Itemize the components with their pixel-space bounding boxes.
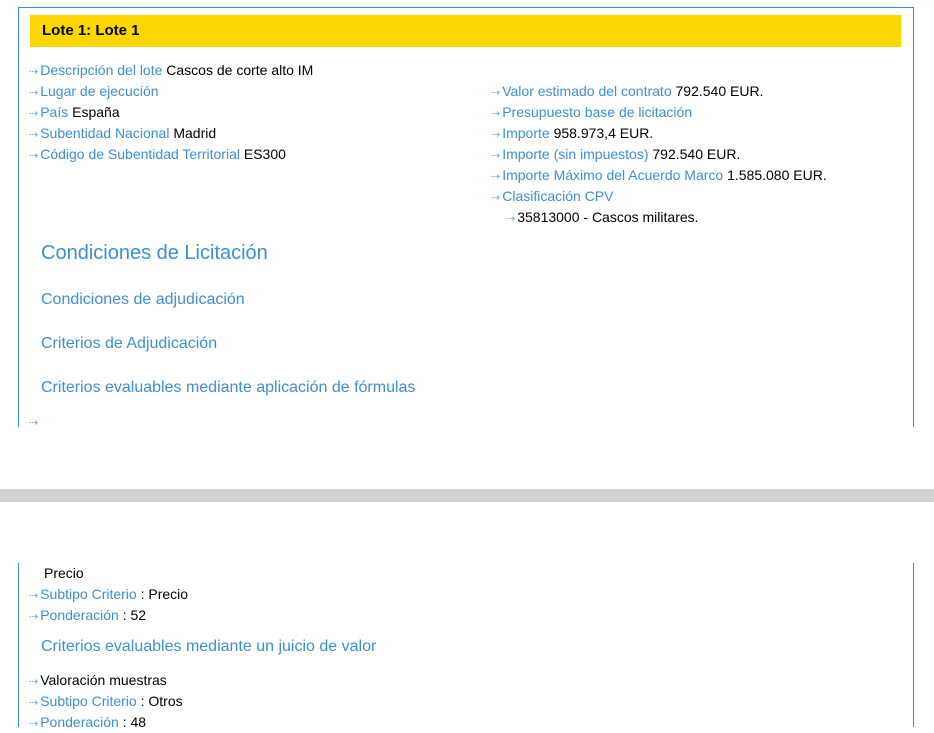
field-valor-estimado: ⇢ Valor estimado del contrato 792.540 EUR… <box>491 83 763 102</box>
field-label: Presupuesto base de licitación <box>502 104 693 120</box>
cpv-value: 35813000 - Cascos militares. <box>517 209 699 225</box>
criterios-panel: Precio ⇢ Subtipo Criterio : Precio ⇢ Ponde… <box>18 563 914 730</box>
field-value: 792.540 EUR. <box>652 146 741 162</box>
heading-criterios-formulas: Criterios evaluables mediante aplicación… <box>41 379 416 396</box>
field-label: Lugar de ejecución <box>40 83 159 99</box>
field-label: Importe (sin impuestos) <box>502 146 649 162</box>
arrow-icon: ⇢ <box>29 590 39 602</box>
field-importe-maximo: ⇢ Importe Máximo del Acuerdo Marco 1.585.… <box>491 167 827 186</box>
field-subentidad-nacional: ⇢ Subentidad Nacional Madrid <box>29 125 216 144</box>
field-lugar-ejecucion: ⇢ Lugar de ejecución <box>29 83 159 102</box>
field-label: País <box>40 104 69 120</box>
field-codigo-subentidad: ⇢ Código de Subentidad Territorial ES300 <box>29 146 286 165</box>
criterio-ponderacion: ⇢ Ponderación : 52 <box>29 607 146 626</box>
field-label: Subtipo Criterio <box>40 693 137 709</box>
field-value: 1.585.080 EUR. <box>727 167 827 183</box>
arrow-icon: ⇢ <box>491 108 501 120</box>
cpv-item: ⇢ 35813000 - Cascos militares. <box>506 209 699 228</box>
field-value: : 52 <box>122 607 147 623</box>
field-label: Importe Máximo del Acuerdo Marco <box>502 167 724 183</box>
field-importe: ⇢ Importe 958.973,4 EUR. <box>491 125 653 144</box>
field-value: Cascos de corte alto IM <box>166 62 314 78</box>
field-value: Madrid <box>173 125 217 141</box>
arrow-icon: ⇢ <box>29 87 39 99</box>
field-value: Valoración muestras <box>40 672 167 688</box>
field-label: Subentidad Nacional <box>40 125 170 141</box>
field-clasificacion-cpv: ⇢ Clasificación CPV <box>491 188 613 207</box>
field-label: Código de Subentidad Territorial <box>40 146 240 162</box>
criterio-name: Precio <box>44 565 84 581</box>
field-descripcion: ⇢ Descripción del lote Cascos de corte al… <box>29 62 313 81</box>
criterio-juicio-name: ⇢ Valoración muestras <box>29 672 167 691</box>
field-value: : Otros <box>140 693 183 709</box>
arrow-icon: ⇢ <box>29 417 39 429</box>
arrow-icon: ⇢ <box>29 676 39 688</box>
arrow-icon: ⇢ <box>29 129 39 141</box>
arrow-icon: ⇢ <box>506 213 516 225</box>
arrow-icon: ⇢ <box>491 192 501 204</box>
arrow-icon: ⇢ <box>29 150 39 162</box>
arrow-icon: ⇢ <box>491 150 501 162</box>
arrow-icon: ⇢ <box>29 611 39 623</box>
list-item: ⇢ <box>29 413 40 432</box>
heading-criterios-adjudicacion: Criterios de Adjudicación <box>41 335 218 352</box>
arrow-icon: ⇢ <box>491 129 501 141</box>
field-label: Clasificación CPV <box>502 188 614 204</box>
arrow-icon: ⇢ <box>29 66 39 78</box>
page-separator <box>0 489 934 502</box>
field-label: Importe <box>502 125 550 141</box>
field-presupuesto-base: ⇢ Presupuesto base de licitación <box>491 104 692 123</box>
arrow-icon: ⇢ <box>29 108 39 120</box>
lote-title: Lote 1: Lote 1 <box>30 15 901 47</box>
field-value: 792.540 EUR. <box>675 83 764 99</box>
heading-condiciones-licitacion: Condiciones de Licitación <box>41 242 268 264</box>
heading-condiciones-adjudicacion: Condiciones de adjudicación <box>41 291 245 308</box>
field-value: ES300 <box>243 146 286 162</box>
criterio-juicio-ponderacion: ⇢ Ponderación : 48 <box>29 714 146 733</box>
criterio-subtipo: ⇢ Subtipo Criterio : Precio <box>29 586 188 605</box>
field-value: : 48 <box>122 714 147 730</box>
field-value: España <box>72 104 120 120</box>
arrow-icon: ⇢ <box>491 171 501 183</box>
field-importe-sin-impuestos: ⇢ Importe (sin impuestos) 792.540 EUR. <box>491 146 740 165</box>
field-label: Descripción del lote <box>40 62 163 78</box>
arrow-icon: ⇢ <box>29 697 39 709</box>
field-label: Ponderación <box>40 607 119 623</box>
field-value: 958.973,4 EUR. <box>553 125 654 141</box>
field-value: : Precio <box>140 586 189 602</box>
field-label: Valor estimado del contrato <box>502 83 672 99</box>
field-label: Subtipo Criterio <box>40 586 137 602</box>
field-pais: ⇢ País España <box>29 104 120 123</box>
arrow-icon: ⇢ <box>491 87 501 99</box>
heading-criterios-juicio: Criterios evaluables mediante un juicio … <box>41 638 377 655</box>
field-label: Ponderación <box>40 714 119 730</box>
arrow-icon: ⇢ <box>29 718 39 730</box>
lote-panel: Lote 1: Lote 1 ⇢ Descripción del lote Cas… <box>18 7 914 429</box>
criterio-juicio-subtipo: ⇢ Subtipo Criterio : Otros <box>29 693 183 712</box>
